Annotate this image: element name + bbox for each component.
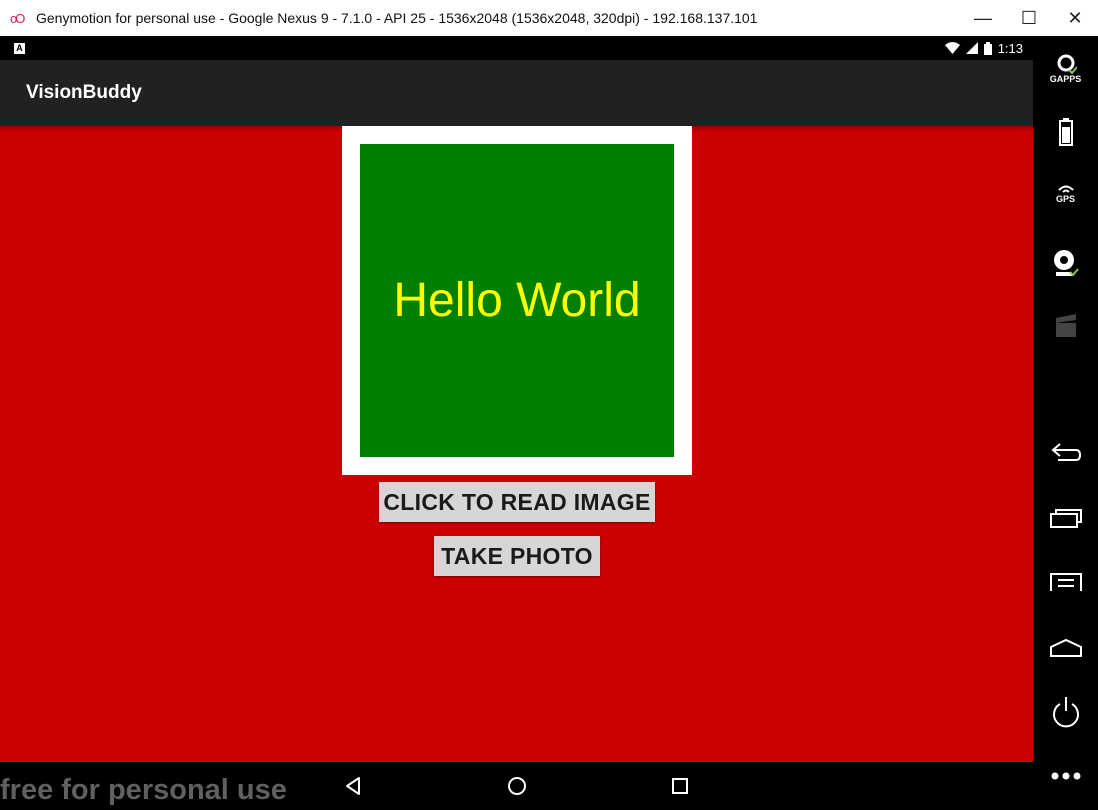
- image-view: Hello World: [342, 126, 692, 475]
- home-icon: [1049, 638, 1082, 657]
- signal-icon: [965, 42, 978, 54]
- gapps-button[interactable]: GAPPS: [1033, 54, 1098, 84]
- back-triangle-icon: [346, 777, 360, 795]
- maximize-button[interactable]: ☐: [1006, 0, 1052, 36]
- preview-image: Hello World: [360, 144, 674, 457]
- status-bar: A 1:13: [0, 36, 1033, 60]
- back-side-button[interactable]: [1033, 440, 1098, 464]
- status-time: 1:13: [997, 40, 1023, 56]
- recent-apps-icon: [1049, 509, 1082, 528]
- power-icon: [1052, 697, 1079, 728]
- window-title: Genymotion for personal use - Google Nex…: [36, 10, 758, 26]
- power-side-button[interactable]: [1033, 696, 1098, 728]
- wifi-icon: [944, 42, 960, 54]
- gapps-icon: [1057, 54, 1077, 74]
- more-options-button[interactable]: [1033, 772, 1098, 780]
- read-image-button[interactable]: CLICK TO READ IMAGE: [379, 482, 655, 522]
- device-screen: A 1:13 VisionBuddy Hello World CLICK TO …: [0, 36, 1033, 810]
- recents-nav-button[interactable]: [656, 762, 704, 810]
- home-side-button[interactable]: [1033, 638, 1098, 658]
- gps-label: GPS: [1055, 194, 1075, 204]
- recents-square-icon: [672, 778, 688, 794]
- menu-icon: [1049, 573, 1082, 591]
- gps-signal-icon: [1057, 185, 1074, 193]
- battery-button[interactable]: [1033, 118, 1098, 146]
- home-circle-icon: [508, 777, 526, 795]
- battery-widget-icon: [1058, 118, 1073, 146]
- minimize-button[interactable]: —: [960, 0, 1006, 36]
- image-text: Hello World: [393, 274, 641, 327]
- genymotion-logo-icon: oO: [10, 10, 25, 26]
- back-nav-button[interactable]: [329, 762, 377, 810]
- gps-button[interactable]: GPS: [1033, 184, 1098, 204]
- more-dots-icon: [1051, 772, 1080, 780]
- clapperboard-icon: [1055, 314, 1076, 337]
- app-title: VisionBuddy: [26, 82, 142, 103]
- status-indicators: 1:13: [944, 36, 1023, 60]
- window-controls: — ☐ ✕: [960, 0, 1098, 36]
- watermark-text: free for personal use: [0, 774, 287, 806]
- app-toolbar: VisionBuddy: [0, 60, 1033, 126]
- gapps-label: GAPPS: [1049, 74, 1082, 84]
- home-nav-button[interactable]: [493, 762, 541, 810]
- menu-side-button[interactable]: [1033, 572, 1098, 592]
- capture-button[interactable]: [1033, 314, 1098, 338]
- genymotion-sidebar: GAPPS GPS: [1033, 36, 1098, 810]
- recents-side-button[interactable]: [1033, 508, 1098, 528]
- webcam-icon: [1053, 250, 1079, 277]
- battery-icon: [983, 41, 992, 55]
- back-arrow-icon: [1050, 443, 1081, 461]
- close-button[interactable]: ✕: [1052, 0, 1098, 36]
- notification-icon: A: [14, 42, 25, 54]
- webcam-button[interactable]: [1033, 248, 1098, 278]
- take-photo-button[interactable]: TAKE PHOTO: [434, 536, 600, 576]
- window-titlebar: oO Genymotion for personal use - Google …: [0, 0, 1098, 36]
